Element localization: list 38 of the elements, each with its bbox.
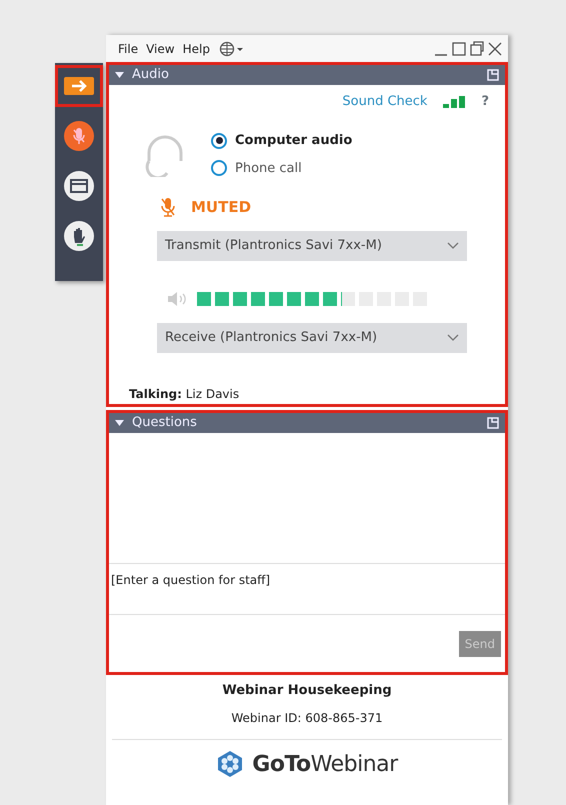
chevron-down-icon (447, 242, 459, 250)
panel-header[interactable]: Questions (109, 413, 505, 433)
menu-item[interactable]: Help (182, 40, 210, 58)
muted-microphone-icon (64, 121, 94, 151)
help-link[interactable]: ? (481, 92, 489, 112)
pop-out-icon[interactable] (487, 69, 499, 81)
window-icon (64, 171, 94, 201)
signal-bars-icon (443, 96, 466, 108)
restore-icon[interactable] (470, 40, 484, 56)
radio-option[interactable]: Computer audio (211, 131, 352, 150)
panel-header[interactable]: Audio (109, 65, 505, 85)
logo-text: GoToWebinar (252, 750, 398, 778)
maximize-icon[interactable] (452, 40, 466, 56)
chevron-down-icon (447, 334, 459, 342)
sound-check-link[interactable]: Sound Check (342, 92, 428, 112)
close-icon[interactable] (488, 40, 502, 56)
webinar-title: Webinar Housekeeping (221, 682, 393, 700)
muted-microphone-icon (161, 197, 175, 218)
radio-button[interactable] (211, 132, 227, 149)
transmit-dropdown[interactable]: Transmit (Plantronics Savi 7xx-M) (157, 230, 467, 260)
radio-option[interactable]: Phone call (211, 158, 352, 178)
expanded-triangle-icon (115, 419, 124, 427)
radio-button[interactable] (211, 160, 227, 176)
expanded-triangle-icon (115, 71, 124, 79)
webinar-id: Webinar ID: 608-865-371 (230, 710, 384, 726)
menu-item[interactable]: View (146, 40, 175, 58)
logo-icon (216, 750, 244, 778)
talking-label: Talking: Liz Davis (128, 386, 240, 402)
menu-item[interactable]: File (118, 40, 138, 58)
pop-out-icon[interactable] (487, 417, 499, 429)
mute-status: MUTED (191, 197, 252, 218)
receive-dropdown[interactable]: Receive (Plantronics Savi 7xx-M) (157, 322, 467, 352)
globe-dropdown-icon[interactable] (218, 40, 244, 56)
question-field[interactable]: [Enter a question for staff] (109, 563, 505, 615)
toolbar-button[interactable] (55, 65, 103, 107)
panel-title: Questions (132, 414, 197, 432)
panel-title: Audio (132, 66, 169, 84)
raised-hand-icon (64, 221, 94, 251)
